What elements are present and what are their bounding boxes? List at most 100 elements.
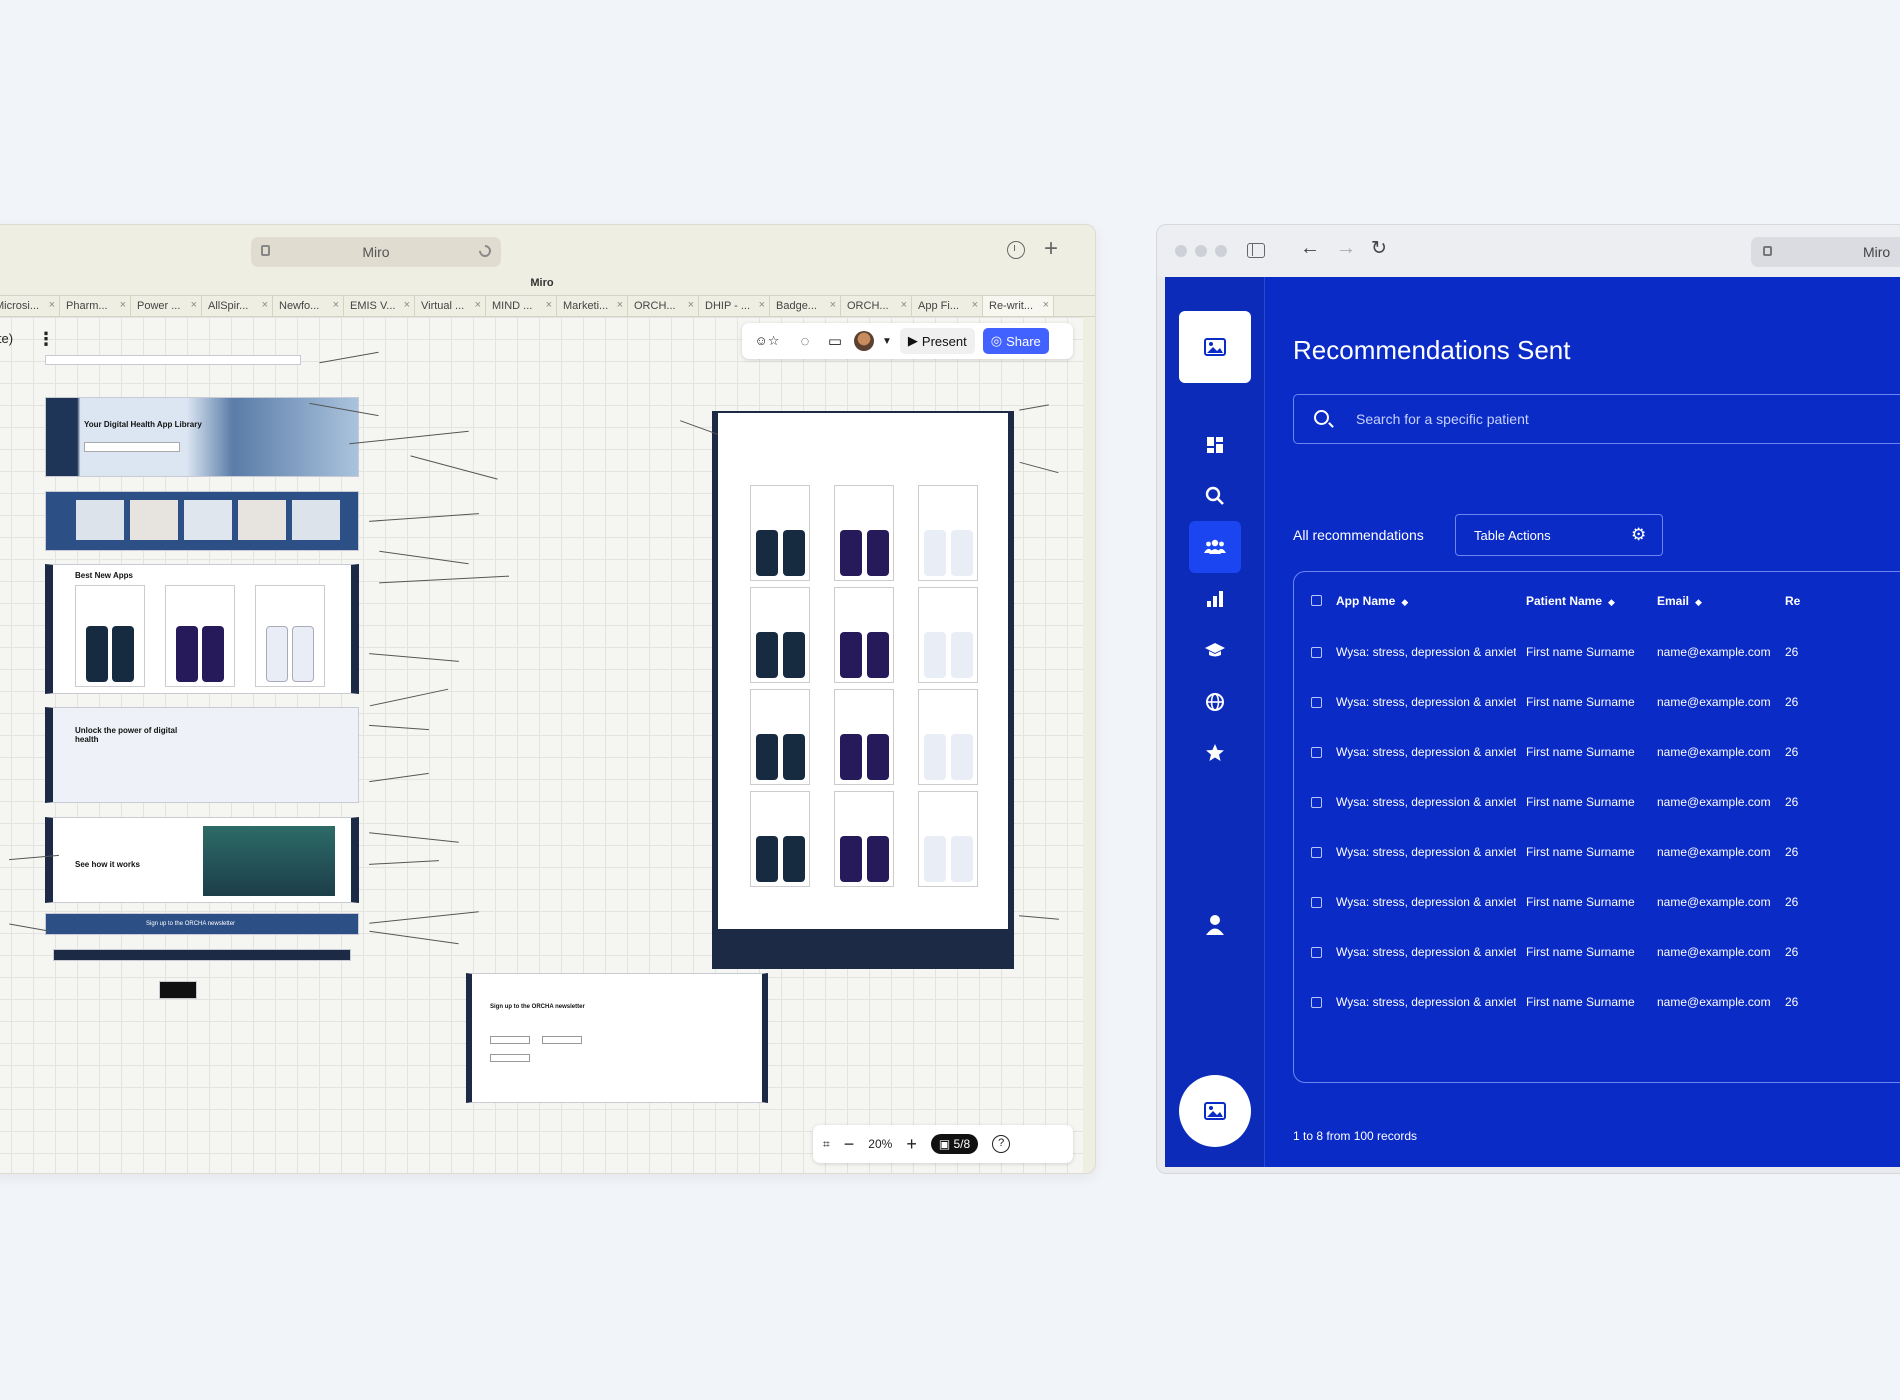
row-checkbox[interactable] [1311,697,1322,708]
tab-1[interactable]: Microsi... [0,296,60,316]
table-row[interactable]: Wysa: stress, depression & anxiety... Fir… [1294,893,1900,913]
forward-arrow-icon[interactable]: → [1336,237,1356,260]
tab-5[interactable]: Newfo... [273,296,344,316]
tab-15[interactable]: Re-writ... [983,296,1054,316]
link-icon[interactable] [476,242,494,260]
tab-4[interactable]: AllSpir... [202,296,273,316]
nav-profile-icon[interactable] [1189,899,1241,951]
share-button[interactable]: ◎ Share [982,328,1049,354]
nav-graduation-icon[interactable] [1189,624,1241,676]
table-row[interactable]: Wysa: stress, depression & anxiety... Fir… [1294,843,1900,863]
row-checkbox[interactable] [1311,647,1322,658]
row-checkbox[interactable] [1311,897,1322,908]
recommendations-table: App Name ◆ Patient Name ◆ Email ◆ Re Wysa: … [1293,571,1900,1083]
chevron-down-icon[interactable]: ▼ [882,336,892,347]
table-actions-label: Table Actions [1474,527,1551,543]
sort-icon: ◆ [1401,597,1409,607]
tab-10[interactable]: ORCH... [628,296,699,316]
download-icon[interactable] [1007,241,1025,259]
table-row[interactable]: Wysa: stress, depression & anxiety... Fir… [1294,743,1900,763]
reload-icon[interactable]: ↻ [1371,237,1387,260]
address-bar[interactable]: Miro [1751,237,1900,267]
reactions-icon[interactable]: ☺☆ [748,330,786,352]
nav-globe-icon[interactable] [1189,676,1241,728]
tab-9[interactable]: Marketi... [557,296,628,316]
email-cell: name@example.com [1657,645,1771,659]
new-tab-icon[interactable]: + [1044,235,1058,263]
tab-11[interactable]: DHIP - ... [699,296,770,316]
zoom-in-button[interactable]: + [906,1134,917,1155]
wireframe-newsletter: Sign up to the ORCHA newsletter [45,913,359,935]
tab-13[interactable]: ORCH... [841,296,912,316]
search-input[interactable] [1354,395,1900,443]
nav-chart-icon[interactable] [1189,573,1241,625]
tab-2[interactable]: Pharm... [60,296,131,316]
table-row[interactable]: Wysa: stress, depression & anxiety... Fir… [1294,793,1900,813]
row-checkbox[interactable] [1311,797,1322,808]
new-apps-heading: Best New Apps [75,571,133,580]
email-cell: name@example.com [1657,695,1771,709]
close-dot[interactable] [1175,245,1187,257]
column-header-patient-name[interactable]: Patient Name ◆ [1526,594,1615,608]
page-counter[interactable]: ▣ 5/8 [930,1134,979,1154]
header-label: Patient Name [1526,594,1603,608]
board-name[interactable]: ite) [0,331,13,346]
zoom-out-button[interactable]: − [844,1134,855,1155]
zoom-dot[interactable] [1215,245,1227,257]
table-actions-button[interactable]: Table Actions ⚙ [1455,514,1663,556]
all-recommendations-label[interactable]: All recommendations [1293,527,1424,543]
logo[interactable] [1179,311,1251,383]
hero-search [84,442,180,452]
sidebar-toggle-icon[interactable] [1247,243,1265,258]
category-card [292,500,340,540]
table-row[interactable]: Wysa: stress, depression & anxiety... Fir… [1294,993,1900,1013]
tab-14[interactable]: App Fi... [912,296,983,316]
miro-canvas[interactable]: ite) ⋮ ☺☆ ◌ ▭ ▼ ▶Present ◎Share Your Dig… [0,317,1083,1173]
table-row[interactable]: Wysa: stress, depression & anxiety... Fir… [1294,943,1900,963]
column-header-date[interactable]: Re [1785,594,1800,608]
column-header-email[interactable]: Email ◆ [1657,594,1702,608]
row-checkbox[interactable] [1311,947,1322,958]
tab-7[interactable]: Virtual ... [415,296,486,316]
zoom-level[interactable]: 20% [868,1137,892,1151]
comment-icon[interactable]: ◌ [794,330,816,352]
table-row[interactable]: Wysa: stress, depression & anxiety... Fir… [1294,693,1900,713]
search-icon [1314,410,1329,425]
nav-users-icon[interactable] [1189,521,1241,573]
board-menu-icon[interactable]: ⋮ [37,329,55,350]
wireframe-footer [53,949,351,961]
nav-search-icon[interactable] [1189,470,1241,522]
wireframe-form-page: Sign up to the ORCHA newsletter [466,973,768,1103]
user-avatar[interactable] [1179,1075,1251,1147]
row-checkbox[interactable] [1311,847,1322,858]
back-arrow-icon[interactable]: ← [1300,237,1320,260]
annotation-stroke [379,550,469,565]
column-header-app-name[interactable]: App Name ◆ [1336,594,1408,608]
help-icon[interactable]: ? [992,1135,1011,1153]
tab-3[interactable]: Power ... [131,296,202,316]
tab-8[interactable]: MIND ... [486,296,557,316]
app-name-cell: Wysa: stress, depression & anxiety... [1336,695,1516,709]
table-row[interactable]: Wysa: stress, depression & anxiety... Fir… [1294,643,1900,663]
row-checkbox[interactable] [1311,997,1322,1008]
select-all-checkbox[interactable] [1311,595,1322,606]
address-bar[interactable]: Miro [251,237,501,267]
avatar[interactable] [854,331,874,351]
app-name-cell: Wysa: stress, depression & anxiety... [1336,945,1516,959]
nav-star-icon[interactable] [1189,727,1241,779]
video-icon[interactable]: ▭ [824,330,846,352]
tab-6[interactable]: EMIS V... [344,296,415,316]
minimize-dot[interactable] [1195,245,1207,257]
miro-browser-window: Miro + Miro Microsi...Pharm...Power ...A… [0,224,1096,1174]
row-checkbox[interactable] [1311,747,1322,758]
zoom-bar: ⌗ − 20% + ▣ 5/8 ? [813,1125,1073,1163]
table-header: App Name ◆ Patient Name ◆ Email ◆ Re [1294,590,1900,614]
annotation-stroke [349,430,469,445]
hero-title: Your Digital Health App Library [84,420,202,429]
side-nav [1165,277,1265,1167]
tab-12[interactable]: Badge... [770,296,841,316]
nav-dashboard-icon[interactable] [1189,419,1241,471]
present-button[interactable]: ▶ Present [899,328,975,354]
annotation-stroke [369,653,459,662]
frame-icon[interactable]: ⌗ [823,1137,830,1152]
